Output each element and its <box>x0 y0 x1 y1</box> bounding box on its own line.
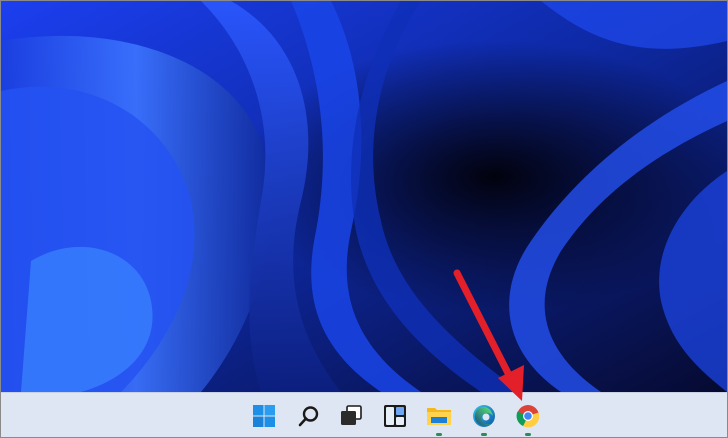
desktop-wallpaper <box>1 1 727 392</box>
edge-button[interactable] <box>467 399 501 436</box>
running-indicator <box>525 433 531 436</box>
widgets-button[interactable] <box>378 399 412 433</box>
file-explorer-icon <box>427 408 451 425</box>
chrome-button[interactable] <box>511 399 545 436</box>
start-button[interactable] <box>247 399 281 433</box>
running-indicator <box>436 433 442 436</box>
task-view-icon <box>341 405 362 425</box>
desktop-screen <box>0 0 728 438</box>
start-icon <box>253 405 275 427</box>
taskbar <box>1 392 727 437</box>
running-indicator <box>481 433 487 436</box>
widgets-icon <box>384 405 406 427</box>
file-explorer-button[interactable] <box>422 399 456 436</box>
edge-icon <box>473 405 495 427</box>
search-icon <box>298 406 319 427</box>
search-button[interactable] <box>292 399 326 433</box>
chrome-icon <box>516 405 540 428</box>
task-view-button[interactable] <box>334 399 368 433</box>
